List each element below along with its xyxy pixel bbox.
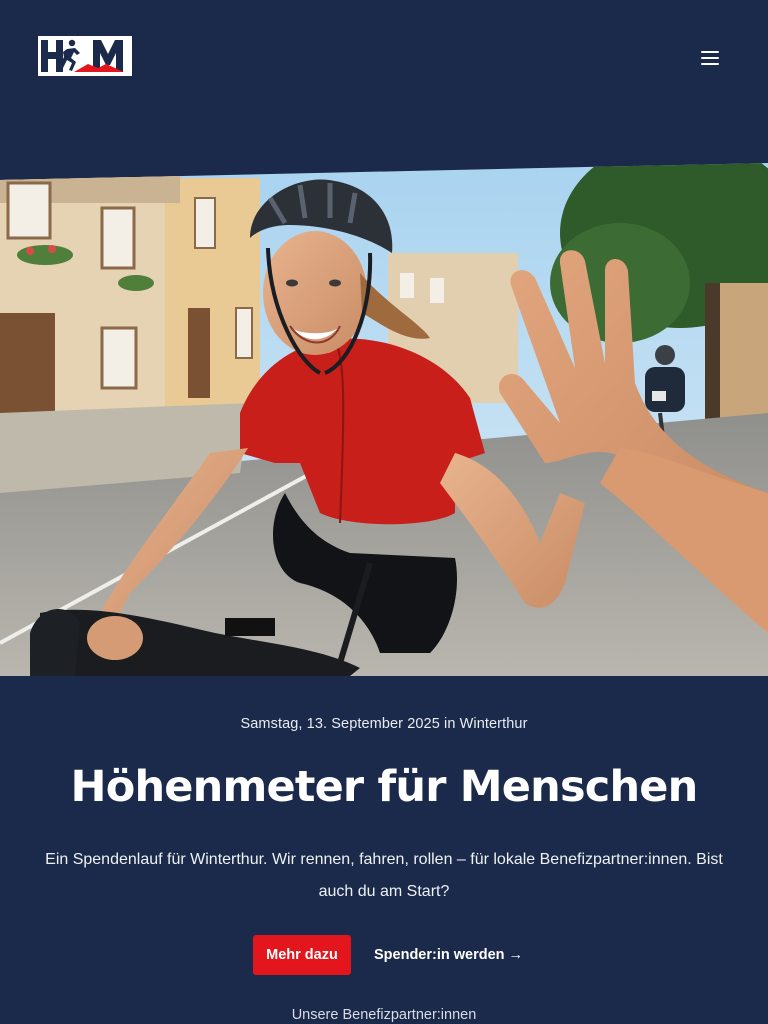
menu-bar: [701, 51, 719, 53]
hero-image: [0, 163, 768, 676]
partners-heading: Unsere Benefizpartner:innen: [291, 1007, 477, 1023]
menu-bar: [701, 63, 719, 65]
hamburger-menu-icon[interactable]: [696, 45, 724, 71]
more-info-button[interactable]: Mehr dazu: [253, 935, 351, 975]
cyclist-high-five-photo: [0, 163, 768, 676]
site-header: [0, 0, 768, 116]
become-donor-link[interactable]: Spender:in werden →: [374, 935, 523, 975]
page-title: Höhenmeter für Menschen: [70, 762, 699, 812]
hero-content: Samstag, 13. September 2025 in Winterthu…: [0, 676, 768, 1024]
site-logo[interactable]: [38, 36, 132, 76]
hfm-logo-mark: [38, 36, 132, 76]
menu-bar: [701, 57, 719, 59]
cta-row: Mehr dazu Spender:in werden →: [0, 935, 768, 975]
event-date: Samstag, 13. September 2025 in Winterthu…: [240, 716, 528, 732]
intro-text: Ein Spendenlauf für Winterthur. Wir renn…: [45, 851, 723, 900]
